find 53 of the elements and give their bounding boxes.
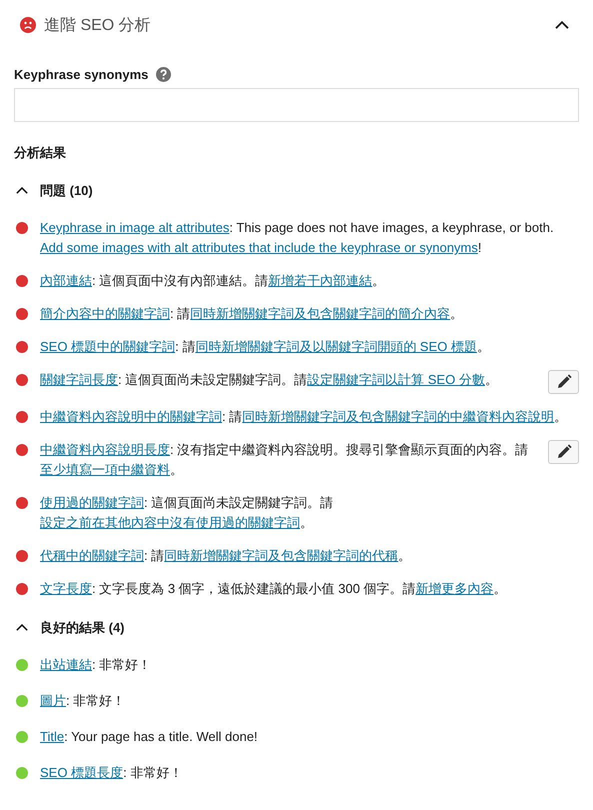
synonyms-input[interactable]	[14, 88, 579, 122]
result-link[interactable]: 中繼資料內容說明長度	[40, 442, 170, 457]
result-text: 內部連結: 這個頁面中沒有內部連結。請新增若干內部連結。	[40, 272, 386, 290]
result-link[interactable]: SEO 標題中的關鍵字詞	[40, 339, 176, 354]
result-link[interactable]: 內部連結	[40, 273, 92, 288]
result-text: 中繼資料內容說明長度: 沒有指定中繼資料內容說明。搜尋引擎會顯示頁面的內容。請 至少填寫一項中繼資料。	[40, 441, 530, 479]
field-label: Keyphrase synonyms	[14, 67, 148, 82]
result-text: 出站連結: 非常好！	[40, 656, 152, 674]
result-text: 圖片: 非常好！	[40, 692, 126, 710]
pencil-icon	[556, 444, 572, 460]
group-toggle[interactable]: 問題 (10)	[14, 182, 93, 200]
group-toggle[interactable]: 良好的結果 (4)	[14, 619, 124, 637]
result-text: 文字長度: 文字長度為 3 個字，遠低於建議的最小值 300 個字。請新增更多內容。	[40, 580, 508, 598]
result-text: Keyphrase in image alt attributes: This page does not have images, a keyphrase, or both. Add some images with alt attributes that include the keyphrase or synonyms!	[40, 219, 555, 257]
result-link[interactable]: 同時新增關鍵字詞及包含關鍵字詞的代稱	[164, 548, 398, 563]
result-link[interactable]: 設定之前在其他內容中沒有使用過的關鍵字詞	[40, 515, 300, 530]
result-text: 使用過的關鍵字詞: 這個頁面尚未設定關鍵字詞。請 設定之前在其他內容中沒有使用過的關鍵字詞。	[40, 494, 334, 532]
result-link[interactable]: 使用過的關鍵字詞	[40, 495, 144, 510]
result-link[interactable]: 至少填寫一項中繼資料	[40, 462, 170, 477]
result-link[interactable]: 簡介內容中的關鍵字詞	[40, 306, 170, 321]
result-link[interactable]: 新增若干內部連結	[268, 273, 372, 288]
help-icon[interactable]	[156, 67, 172, 82]
result-text: Title: Your page has a title. Well done!	[40, 728, 259, 746]
result-link[interactable]: 設定關鍵字詞以計算 SEO 分數	[307, 372, 485, 387]
result-link[interactable]: Keyphrase in image alt attributes	[40, 220, 230, 235]
section-heading: 分析結果	[14, 144, 67, 162]
edit-button[interactable]	[548, 370, 579, 394]
result-link[interactable]: SEO 標題長度	[40, 765, 124, 780]
panel-title: 進階 SEO 分析	[44, 16, 152, 36]
result-text: SEO 標題長度: 非常好！	[40, 764, 184, 782]
result-link[interactable]: 代稱中的關鍵字詞	[40, 548, 144, 563]
result-link[interactable]: 關鍵字詞長度	[40, 372, 118, 387]
result-link[interactable]: 同時新增關鍵字詞及包含關鍵字詞的簡介內容	[190, 306, 450, 321]
edit-button[interactable]	[548, 440, 579, 464]
result-link[interactable]: Add some images with alt attributes that include the keyphrase or synonyms	[40, 240, 478, 255]
result-link[interactable]: Title	[40, 729, 64, 744]
result-link[interactable]: 同時新增關鍵字詞及包含關鍵字詞的中繼資料內容說明	[242, 409, 554, 424]
result-text: 關鍵字詞長度: 這個頁面尚未設定關鍵字詞。請設定關鍵字詞以計算 SEO 分數。	[40, 371, 499, 389]
chevron-icon	[16, 187, 28, 195]
chevron-icon	[555, 20, 569, 30]
pencil-icon	[556, 374, 572, 390]
result-link[interactable]: 圖片	[40, 693, 66, 708]
sad-face-icon	[20, 17, 36, 33]
result-link[interactable]: 出站連結	[40, 657, 92, 672]
result-text: 中繼資料內容說明中的關鍵字詞: 請同時新增關鍵字詞及包含關鍵字詞的中繼資料內容說明。	[40, 408, 568, 426]
result-text: 簡介內容中的關鍵字詞: 請同時新增關鍵字詞及包含關鍵字詞的簡介內容。	[40, 305, 464, 323]
result-text: 代稱中的關鍵字詞: 請同時新增關鍵字詞及包含關鍵字詞的代稱。	[40, 547, 412, 565]
result-link[interactable]: 文字長度	[40, 581, 92, 596]
result-link[interactable]: 新增更多內容	[416, 581, 494, 596]
chevron-icon	[16, 624, 28, 632]
result-link[interactable]: 同時新增關鍵字詞及以關鍵字詞開頭的 SEO 標題	[195, 339, 477, 354]
result-text: SEO 標題中的關鍵字詞: 請同時新增關鍵字詞及以關鍵字詞開頭的 SEO 標題。	[40, 338, 491, 356]
result-link[interactable]: 中繼資料內容說明中的關鍵字詞	[40, 409, 222, 424]
